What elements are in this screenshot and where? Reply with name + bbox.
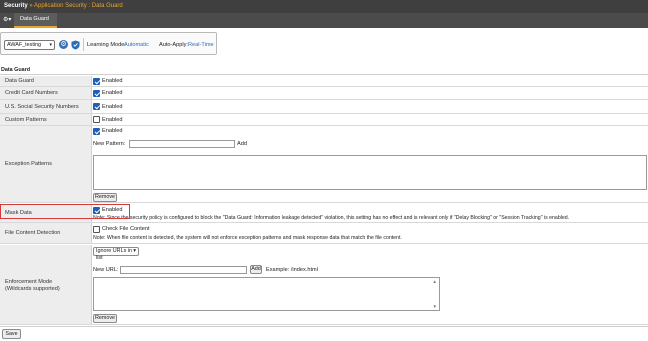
row-enforcement-mode: Enforcement Mode (Wildcards supported) I… [0, 245, 648, 325]
breadcrumb-root[interactable]: Security [4, 3, 28, 9]
shield-icon[interactable] [71, 40, 80, 50]
custom-patterns-checkbox-label: Enabled [102, 117, 123, 123]
row-data-guard: Data Guard Enabled [0, 76, 648, 87]
policy-select-value: AWAF_testing [7, 42, 42, 48]
breadcrumb-separator: » [29, 3, 33, 9]
breadcrumb-path[interactable]: Application Security : Data Guard [34, 3, 123, 9]
ssn-checkbox-label: Enabled [102, 104, 123, 110]
tab-bar: ⚙▾ Data Guard [0, 13, 648, 28]
enforcement-mode-sublabel: (Wildcards supported) [5, 286, 60, 292]
tab-data-guard[interactable]: Data Guard [14, 13, 57, 28]
chevron-down-icon: ▾ [49, 42, 52, 48]
enforcement-mode-select[interactable]: Ignore URLs in list ▾ [93, 247, 139, 261]
new-url-label: New URL: [93, 267, 119, 273]
breadcrumb: Security » Application Security : Data G… [0, 0, 648, 13]
new-pattern-label: New Pattern: [93, 141, 126, 147]
add-pattern-button[interactable]: Add [237, 141, 247, 147]
ssn-label: U.S. Social Security Numbers [0, 100, 92, 113]
auto-apply-label: Auto-Apply: [159, 42, 188, 48]
save-button[interactable]: Save [2, 329, 21, 339]
remove-url-button[interactable]: Remove [93, 314, 117, 323]
new-pattern-input[interactable] [129, 140, 235, 148]
toolbar-divider [83, 38, 84, 51]
gear-icon[interactable]: ⚙ [59, 40, 68, 49]
row-credit-card: Credit Card Numbers Enabled [0, 87, 648, 100]
url-example: Example: /index.html [266, 267, 318, 273]
credit-card-checkbox-label: Enabled [102, 90, 123, 96]
mask-data-note: Note: Since the security policy is confi… [93, 215, 570, 221]
scroll-up-icon[interactable]: ▲ [433, 279, 437, 284]
data-guard-label: Data Guard [0, 76, 92, 86]
file-content-checkbox[interactable] [93, 226, 100, 233]
tab-menu-icon[interactable]: ⚙▾ [3, 16, 12, 25]
row-ssn: U.S. Social Security Numbers Enabled [0, 100, 648, 114]
data-guard-checkbox-label: Enabled [102, 78, 123, 84]
chevron-down-icon: ▾ [133, 248, 136, 254]
credit-card-checkbox[interactable] [93, 90, 100, 97]
enforcement-mode-label-cell: Enforcement Mode (Wildcards supported) [0, 245, 92, 324]
exception-patterns-checkbox-label: Enabled [102, 128, 123, 134]
file-content-label: File Content Detection [0, 223, 92, 243]
learning-mode-label: Learning Mode: [87, 42, 126, 48]
enforcement-mode-select-value: Ignore URLs in list [96, 248, 132, 261]
new-url-input[interactable] [120, 266, 247, 274]
data-guard-checkbox[interactable] [93, 78, 100, 85]
form-footer: Save [0, 326, 648, 341]
file-content-checkbox-label: Check File Content [102, 226, 150, 232]
custom-patterns-checkbox[interactable] [93, 116, 100, 123]
enforcement-mode-label: Enforcement Mode [5, 279, 53, 285]
ssn-checkbox[interactable] [93, 103, 100, 110]
file-content-note: Note: When file content is detected, the… [93, 235, 402, 241]
exception-patterns-label: Exception Patterns [0, 126, 92, 202]
policy-toolbar: AWAF_testing ▾ ⚙ Learning Mode: Automati… [0, 32, 217, 55]
row-file-content: File Content Detection Check File Conten… [0, 223, 648, 244]
policy-select[interactable]: AWAF_testing ▾ [4, 40, 55, 50]
auto-apply-link[interactable]: Real-Time [188, 42, 214, 48]
custom-patterns-label: Custom Patterns [0, 114, 92, 125]
learning-mode-link[interactable]: Automatic [124, 42, 149, 48]
credit-card-label: Credit Card Numbers [0, 87, 92, 99]
section-title: Data Guard [0, 66, 648, 75]
row-exception-patterns: Exception Patterns Enabled New Pattern: … [0, 126, 648, 203]
exception-patterns-list[interactable] [93, 155, 647, 190]
add-url-button[interactable]: Add [250, 265, 262, 274]
row-custom-patterns: Custom Patterns Enabled [0, 114, 648, 126]
remove-pattern-button[interactable]: Remove [93, 193, 117, 202]
exception-patterns-checkbox[interactable] [93, 128, 100, 135]
mask-data-highlight [0, 204, 130, 219]
scroll-down-icon[interactable]: ▼ [433, 304, 437, 309]
url-list[interactable]: ▲ ▼ [93, 277, 440, 311]
